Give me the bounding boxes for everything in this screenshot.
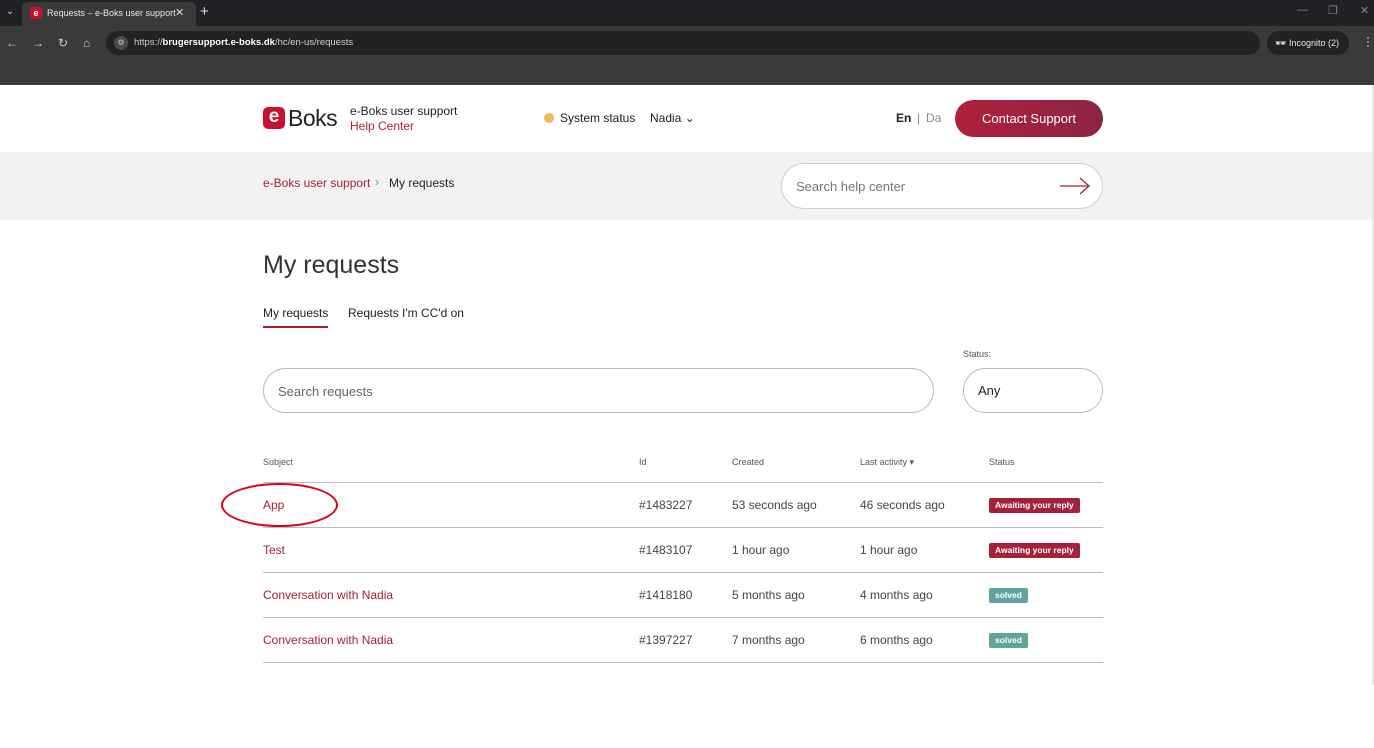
window-close-icon[interactable]: ✕: [1360, 4, 1369, 17]
brand-title[interactable]: e-Boks user support: [350, 104, 457, 118]
page-title: My requests: [263, 251, 400, 279]
breadcrumb-bar: e-Boks user support › My requests: [0, 152, 1374, 220]
requests-search-input[interactable]: [278, 381, 878, 401]
browser-toolbar: ← → ↻ ⌂ ⚙ https://brugersupport.e-boks.d…: [0, 26, 1374, 60]
table-header: Subject Id Created Last activity ▾ Statu…: [263, 447, 1103, 483]
table-row: App #1483227 53 seconds ago 46 seconds a…: [263, 483, 1103, 528]
breadcrumb-current: My requests: [389, 176, 455, 190]
new-tab-icon[interactable]: +: [200, 3, 209, 20]
requests-table: Subject Id Created Last activity ▾ Statu…: [263, 447, 1103, 663]
request-id: #1483107: [639, 543, 693, 557]
status-badge: solved: [989, 633, 1028, 648]
status-filter-select[interactable]: Any: [963, 368, 1103, 413]
site-header: e Boks e-Boks user support Help Center S…: [0, 85, 1374, 152]
request-created: 7 months ago: [732, 633, 805, 647]
tab-title: Requests – e-Boks user support: [47, 8, 176, 18]
request-last-activity: 46 seconds ago: [860, 498, 945, 512]
status-badge: Awaiting your reply: [989, 498, 1080, 513]
page-content: e Boks e-Boks user support Help Center S…: [0, 85, 1374, 748]
request-created: 1 hour ago: [732, 543, 790, 557]
status-filter-label: Status:: [963, 349, 992, 359]
request-last-activity: 1 hour ago: [860, 543, 918, 557]
browser-chrome: ⌄ e Requests – e-Boks user support ✕ + —…: [0, 0, 1374, 85]
request-created: 5 months ago: [732, 588, 805, 602]
status-badge: solved: [989, 588, 1028, 603]
brand-subtitle[interactable]: Help Center: [350, 119, 414, 133]
tab-my-requests[interactable]: My requests: [263, 306, 329, 328]
breadcrumb-root-link[interactable]: e-Boks user support: [263, 176, 370, 190]
logo-wordmark[interactable]: Boks: [288, 105, 338, 132]
tab-cc-requests[interactable]: Requests I'm CC'd on: [348, 306, 464, 320]
language-da[interactable]: Da: [926, 111, 941, 125]
incognito-icon: 🕶: [1275, 38, 1289, 48]
site-info-icon[interactable]: ⚙: [114, 36, 128, 50]
search-submit-arrow-icon[interactable]: [1058, 174, 1092, 198]
request-last-activity: 6 months ago: [860, 633, 933, 647]
request-created: 53 seconds ago: [732, 498, 817, 512]
contact-support-button[interactable]: Contact Support: [955, 100, 1103, 137]
logo-e-icon[interactable]: e: [263, 107, 285, 129]
column-created: Created: [732, 457, 765, 467]
favicon-icon: e: [30, 7, 42, 19]
request-subject-link[interactable]: Test: [263, 543, 285, 557]
request-subject-link[interactable]: Conversation with Nadia: [263, 588, 393, 602]
highlight-circle-annotation: [221, 483, 338, 527]
requests-search: [263, 368, 934, 413]
back-icon[interactable]: ←: [6, 36, 18, 50]
status-badge: Awaiting your reply: [989, 543, 1080, 558]
url-text: https://brugersupport.e-boks.dk/hc/en-us…: [134, 37, 354, 48]
help-center-search: [781, 163, 1103, 209]
forward-icon[interactable]: →: [32, 36, 44, 50]
request-id: #1397227: [639, 633, 693, 647]
column-last-activity[interactable]: Last activity ▾: [860, 457, 914, 468]
system-status-link[interactable]: System status: [560, 111, 635, 125]
restore-icon[interactable]: ❐: [1328, 4, 1338, 17]
user-menu[interactable]: Nadia ⌄: [650, 111, 695, 125]
request-subject-link[interactable]: Conversation with Nadia: [263, 633, 393, 647]
breadcrumb-chevron-icon: ›: [375, 175, 379, 189]
tab-strip: ⌄ e Requests – e-Boks user support ✕ + —…: [0, 0, 1374, 26]
column-status: Status: [989, 457, 1015, 467]
browser-menu-icon[interactable]: ⋮: [1362, 35, 1374, 49]
bookmark-bar: [0, 60, 1374, 85]
incognito-indicator[interactable]: 🕶 Incognito (2): [1267, 31, 1349, 55]
system-status-dot-icon: [544, 113, 554, 123]
close-tab-icon[interactable]: ✕: [175, 6, 184, 19]
address-bar[interactable]: ⚙ https://brugersupport.e-boks.dk/hc/en-…: [106, 31, 1260, 55]
table-row: Conversation with Nadia #1397227 7 month…: [263, 618, 1103, 663]
home-icon[interactable]: ⌂: [83, 36, 90, 50]
language-separator: |: [917, 111, 921, 125]
language-en[interactable]: En: [896, 111, 911, 125]
table-row: Conversation with Nadia #1418180 5 month…: [263, 573, 1103, 618]
request-id: #1483227: [639, 498, 693, 512]
request-id: #1418180: [639, 588, 693, 602]
tab-search-icon[interactable]: ⌄: [3, 4, 17, 20]
browser-tab[interactable]: e Requests – e-Boks user support ✕: [22, 2, 196, 26]
minimize-icon[interactable]: —: [1297, 4, 1308, 16]
reload-icon[interactable]: ↻: [58, 36, 68, 50]
request-last-activity: 4 months ago: [860, 588, 933, 602]
column-id: Id: [639, 457, 647, 467]
table-row: Test #1483107 1 hour ago 1 hour ago Awai…: [263, 528, 1103, 573]
column-subject: Subject: [263, 457, 294, 467]
help-search-input[interactable]: [796, 176, 1036, 196]
